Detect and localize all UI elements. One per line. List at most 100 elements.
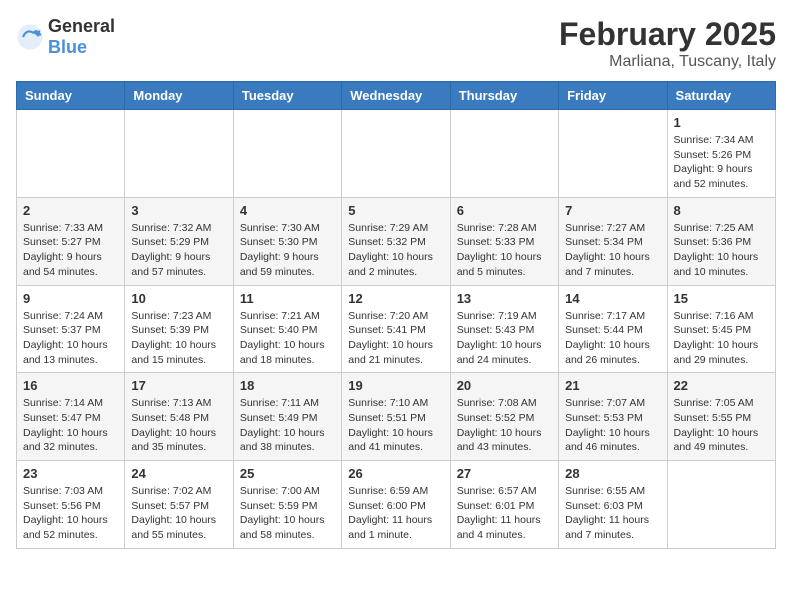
day-cell: 16 Sunrise: 7:14 AM Sunset: 5:47 PM Dayli… <box>17 373 125 461</box>
day-number: 6 <box>457 203 552 218</box>
day-number: 17 <box>131 378 226 393</box>
day-number: 11 <box>240 291 335 306</box>
day-number: 24 <box>131 466 226 481</box>
day-cell: 20 Sunrise: 7:08 AM Sunset: 5:52 PM Dayli… <box>450 373 558 461</box>
day-info: Sunrise: 7:14 AM Sunset: 5:47 PM Dayligh… <box>23 396 118 455</box>
day-cell: 9 Sunrise: 7:24 AM Sunset: 5:37 PM Daylig… <box>17 285 125 373</box>
day-cell: 17Sunrise: 7:13 AM Sunset: 5:48 PM Dayli… <box>125 373 233 461</box>
day-cell: 1 Sunrise: 7:34 AM Sunset: 5:26 PM Daylig… <box>667 110 775 198</box>
day-number: 20 <box>457 378 552 393</box>
day-cell: 8 Sunrise: 7:25 AM Sunset: 5:36 PM Daylig… <box>667 197 775 285</box>
day-info: Sunrise: 7:10 AM Sunset: 5:51 PM Dayligh… <box>348 396 443 455</box>
day-info: Sunrise: 7:32 AM Sunset: 5:29 PM Dayligh… <box>131 221 226 280</box>
day-info: Sunrise: 7:33 AM Sunset: 5:27 PM Dayligh… <box>23 221 118 280</box>
day-cell: 10 Sunrise: 7:23 AM Sunset: 5:39 PM Dayli… <box>125 285 233 373</box>
weekday-header-thursday: Thursday <box>450 82 558 110</box>
day-info: Sunrise: 6:55 AM Sunset: 6:03 PM Dayligh… <box>565 484 660 543</box>
weekday-header-wednesday: Wednesday <box>342 82 450 110</box>
day-number: 13 <box>457 291 552 306</box>
day-info: Sunrise: 7:19 AM Sunset: 5:43 PM Dayligh… <box>457 309 552 368</box>
day-cell <box>559 110 667 198</box>
day-cell: 3 Sunrise: 7:32 AM Sunset: 5:29 PM Daylig… <box>125 197 233 285</box>
day-info: Sunrise: 7:28 AM Sunset: 5:33 PM Dayligh… <box>457 221 552 280</box>
day-info: Sunrise: 7:17 AM Sunset: 5:44 PM Dayligh… <box>565 309 660 368</box>
day-number: 15 <box>674 291 769 306</box>
title-area: February 2025 Marliana, Tuscany, Italy <box>559 16 776 71</box>
day-cell: 22 Sunrise: 7:05 AM Sunset: 5:55 PM Dayli… <box>667 373 775 461</box>
week-row-3: 9 Sunrise: 7:24 AM Sunset: 5:37 PM Daylig… <box>17 285 776 373</box>
day-number: 8 <box>674 203 769 218</box>
day-number: 7 <box>565 203 660 218</box>
day-number: 18 <box>240 378 335 393</box>
day-info: Sunrise: 7:34 AM Sunset: 5:26 PM Dayligh… <box>674 133 769 192</box>
week-row-1: 1 Sunrise: 7:34 AM Sunset: 5:26 PM Daylig… <box>17 110 776 198</box>
day-cell: 13 Sunrise: 7:19 AM Sunset: 5:43 PM Dayli… <box>450 285 558 373</box>
day-cell <box>450 110 558 198</box>
day-cell: 4 Sunrise: 7:30 AM Sunset: 5:30 PM Daylig… <box>233 197 341 285</box>
logo-text: General Blue <box>48 16 115 58</box>
week-row-5: 23Sunrise: 7:03 AM Sunset: 5:56 PM Dayli… <box>17 461 776 549</box>
day-info: Sunrise: 7:11 AM Sunset: 5:49 PM Dayligh… <box>240 396 335 455</box>
day-number: 14 <box>565 291 660 306</box>
day-cell: 12Sunrise: 7:20 AM Sunset: 5:41 PM Dayli… <box>342 285 450 373</box>
day-info: Sunrise: 7:27 AM Sunset: 5:34 PM Dayligh… <box>565 221 660 280</box>
weekday-header-friday: Friday <box>559 82 667 110</box>
day-number: 25 <box>240 466 335 481</box>
day-info: Sunrise: 7:30 AM Sunset: 5:30 PM Dayligh… <box>240 221 335 280</box>
day-cell: 7 Sunrise: 7:27 AM Sunset: 5:34 PM Daylig… <box>559 197 667 285</box>
day-cell: 25 Sunrise: 7:00 AM Sunset: 5:59 PM Dayli… <box>233 461 341 549</box>
day-number: 4 <box>240 203 335 218</box>
day-info: Sunrise: 7:25 AM Sunset: 5:36 PM Dayligh… <box>674 221 769 280</box>
day-info: Sunrise: 7:24 AM Sunset: 5:37 PM Dayligh… <box>23 309 118 368</box>
weekday-header-sunday: Sunday <box>17 82 125 110</box>
day-number: 1 <box>674 115 769 130</box>
day-number: 16 <box>23 378 118 393</box>
weekday-header-tuesday: Tuesday <box>233 82 341 110</box>
day-info: Sunrise: 6:59 AM Sunset: 6:00 PM Dayligh… <box>348 484 443 543</box>
day-info: Sunrise: 7:05 AM Sunset: 5:55 PM Dayligh… <box>674 396 769 455</box>
day-info: Sunrise: 7:07 AM Sunset: 5:53 PM Dayligh… <box>565 396 660 455</box>
day-number: 10 <box>131 291 226 306</box>
day-info: Sunrise: 7:20 AM Sunset: 5:41 PM Dayligh… <box>348 309 443 368</box>
weekday-header-saturday: Saturday <box>667 82 775 110</box>
day-cell <box>667 461 775 549</box>
day-number: 3 <box>131 203 226 218</box>
day-number: 27 <box>457 466 552 481</box>
day-cell: 15 Sunrise: 7:16 AM Sunset: 5:45 PM Dayli… <box>667 285 775 373</box>
week-row-2: 2 Sunrise: 7:33 AM Sunset: 5:27 PM Daylig… <box>17 197 776 285</box>
day-cell <box>125 110 233 198</box>
week-row-4: 16 Sunrise: 7:14 AM Sunset: 5:47 PM Dayli… <box>17 373 776 461</box>
day-cell: 26 Sunrise: 6:59 AM Sunset: 6:00 PM Dayli… <box>342 461 450 549</box>
day-cell <box>233 110 341 198</box>
day-cell: 18 Sunrise: 7:11 AM Sunset: 5:49 PM Dayli… <box>233 373 341 461</box>
weekday-header-monday: Monday <box>125 82 233 110</box>
day-info: Sunrise: 7:02 AM Sunset: 5:57 PM Dayligh… <box>131 484 226 543</box>
day-info: Sunrise: 7:23 AM Sunset: 5:39 PM Dayligh… <box>131 309 226 368</box>
day-info: Sunrise: 6:57 AM Sunset: 6:01 PM Dayligh… <box>457 484 552 543</box>
day-info: Sunrise: 7:29 AM Sunset: 5:32 PM Dayligh… <box>348 221 443 280</box>
day-number: 2 <box>23 203 118 218</box>
day-cell: 11 Sunrise: 7:21 AM Sunset: 5:40 PM Dayli… <box>233 285 341 373</box>
day-info: Sunrise: 7:03 AM Sunset: 5:56 PM Dayligh… <box>23 484 118 543</box>
day-cell: 14 Sunrise: 7:17 AM Sunset: 5:44 PM Dayli… <box>559 285 667 373</box>
day-info: Sunrise: 7:21 AM Sunset: 5:40 PM Dayligh… <box>240 309 335 368</box>
day-cell: 27 Sunrise: 6:57 AM Sunset: 6:01 PM Dayli… <box>450 461 558 549</box>
day-info: Sunrise: 7:08 AM Sunset: 5:52 PM Dayligh… <box>457 396 552 455</box>
day-cell: 21Sunrise: 7:07 AM Sunset: 5:53 PM Dayli… <box>559 373 667 461</box>
logo: General Blue <box>16 16 115 58</box>
day-info: Sunrise: 7:16 AM Sunset: 5:45 PM Dayligh… <box>674 309 769 368</box>
day-cell <box>17 110 125 198</box>
day-cell: 28 Sunrise: 6:55 AM Sunset: 6:03 PM Dayli… <box>559 461 667 549</box>
day-cell <box>342 110 450 198</box>
day-number: 22 <box>674 378 769 393</box>
day-number: 26 <box>348 466 443 481</box>
day-number: 9 <box>23 291 118 306</box>
day-cell: 6 Sunrise: 7:28 AM Sunset: 5:33 PM Daylig… <box>450 197 558 285</box>
day-cell: 23Sunrise: 7:03 AM Sunset: 5:56 PM Dayli… <box>17 461 125 549</box>
day-cell: 5Sunrise: 7:29 AM Sunset: 5:32 PM Daylig… <box>342 197 450 285</box>
calendar: SundayMondayTuesdayWednesdayThursdayFrid… <box>16 81 776 549</box>
location-title: Marliana, Tuscany, Italy <box>559 53 776 71</box>
day-info: Sunrise: 7:00 AM Sunset: 5:59 PM Dayligh… <box>240 484 335 543</box>
day-number: 28 <box>565 466 660 481</box>
header: General Blue February 2025 Marliana, Tus… <box>16 16 776 71</box>
